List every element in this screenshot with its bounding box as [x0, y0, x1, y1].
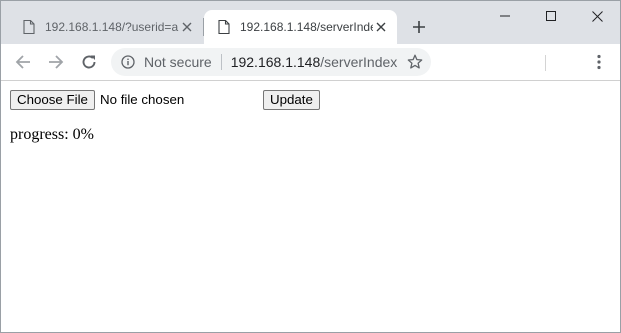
document-icon — [23, 20, 35, 34]
tab-close-icon[interactable] — [373, 19, 389, 35]
close-icon — [591, 10, 603, 22]
tab-close-icon[interactable] — [179, 19, 195, 35]
choose-file-button[interactable]: Choose File — [10, 90, 95, 110]
window-close-button[interactable] — [574, 1, 620, 31]
page-content: Choose File No file chosen Update progre… — [1, 81, 620, 332]
tab-title: 192.168.1.148/?userid=a — [45, 20, 179, 34]
plus-icon — [413, 21, 425, 33]
minimize-button[interactable] — [482, 1, 528, 31]
security-label[interactable]: Not secure — [144, 54, 212, 70]
reload-button[interactable] — [77, 50, 101, 74]
url-path: /serverIndex — [320, 54, 398, 70]
url-host: 192.168.1.148 — [230, 54, 321, 70]
minimize-icon — [500, 15, 510, 17]
address-bar[interactable]: Not secure 192.168.1.148/serverIndex — [111, 48, 431, 76]
update-button[interactable]: Update — [263, 90, 320, 110]
new-tab-button[interactable] — [408, 16, 430, 38]
star-icon[interactable] — [407, 54, 423, 70]
forward-button[interactable] — [44, 50, 68, 74]
tab-title: 192.168.1.148/serverIndex — [240, 20, 373, 34]
info-icon[interactable] — [121, 55, 135, 69]
maximize-button[interactable] — [528, 1, 574, 31]
back-button[interactable] — [11, 50, 35, 74]
reload-icon — [82, 55, 96, 69]
progress-text: progress: 0% — [10, 126, 94, 143]
arrow-left-icon — [15, 55, 30, 69]
document-icon — [218, 20, 230, 34]
browser-window: 192.168.1.148/?userid=a 192.168.1.148/se… — [0, 0, 621, 333]
menu-button[interactable] — [587, 50, 611, 74]
arrow-right-icon — [49, 55, 64, 69]
maximize-icon — [546, 11, 556, 21]
omnibox-divider — [220, 54, 222, 70]
tab-strip: 192.168.1.148/?userid=a 192.168.1.148/se… — [1, 1, 620, 44]
file-status-text: No file chosen — [100, 92, 185, 107]
toolbar: Not secure 192.168.1.148/serverIndex — [1, 44, 620, 81]
toolbar-separator — [545, 55, 546, 71]
tab-serverindex[interactable]: 192.168.1.148/serverIndex — [204, 10, 397, 44]
tab-userid[interactable]: 192.168.1.148/?userid=a — [9, 10, 203, 44]
kebab-menu-icon — [597, 54, 601, 70]
